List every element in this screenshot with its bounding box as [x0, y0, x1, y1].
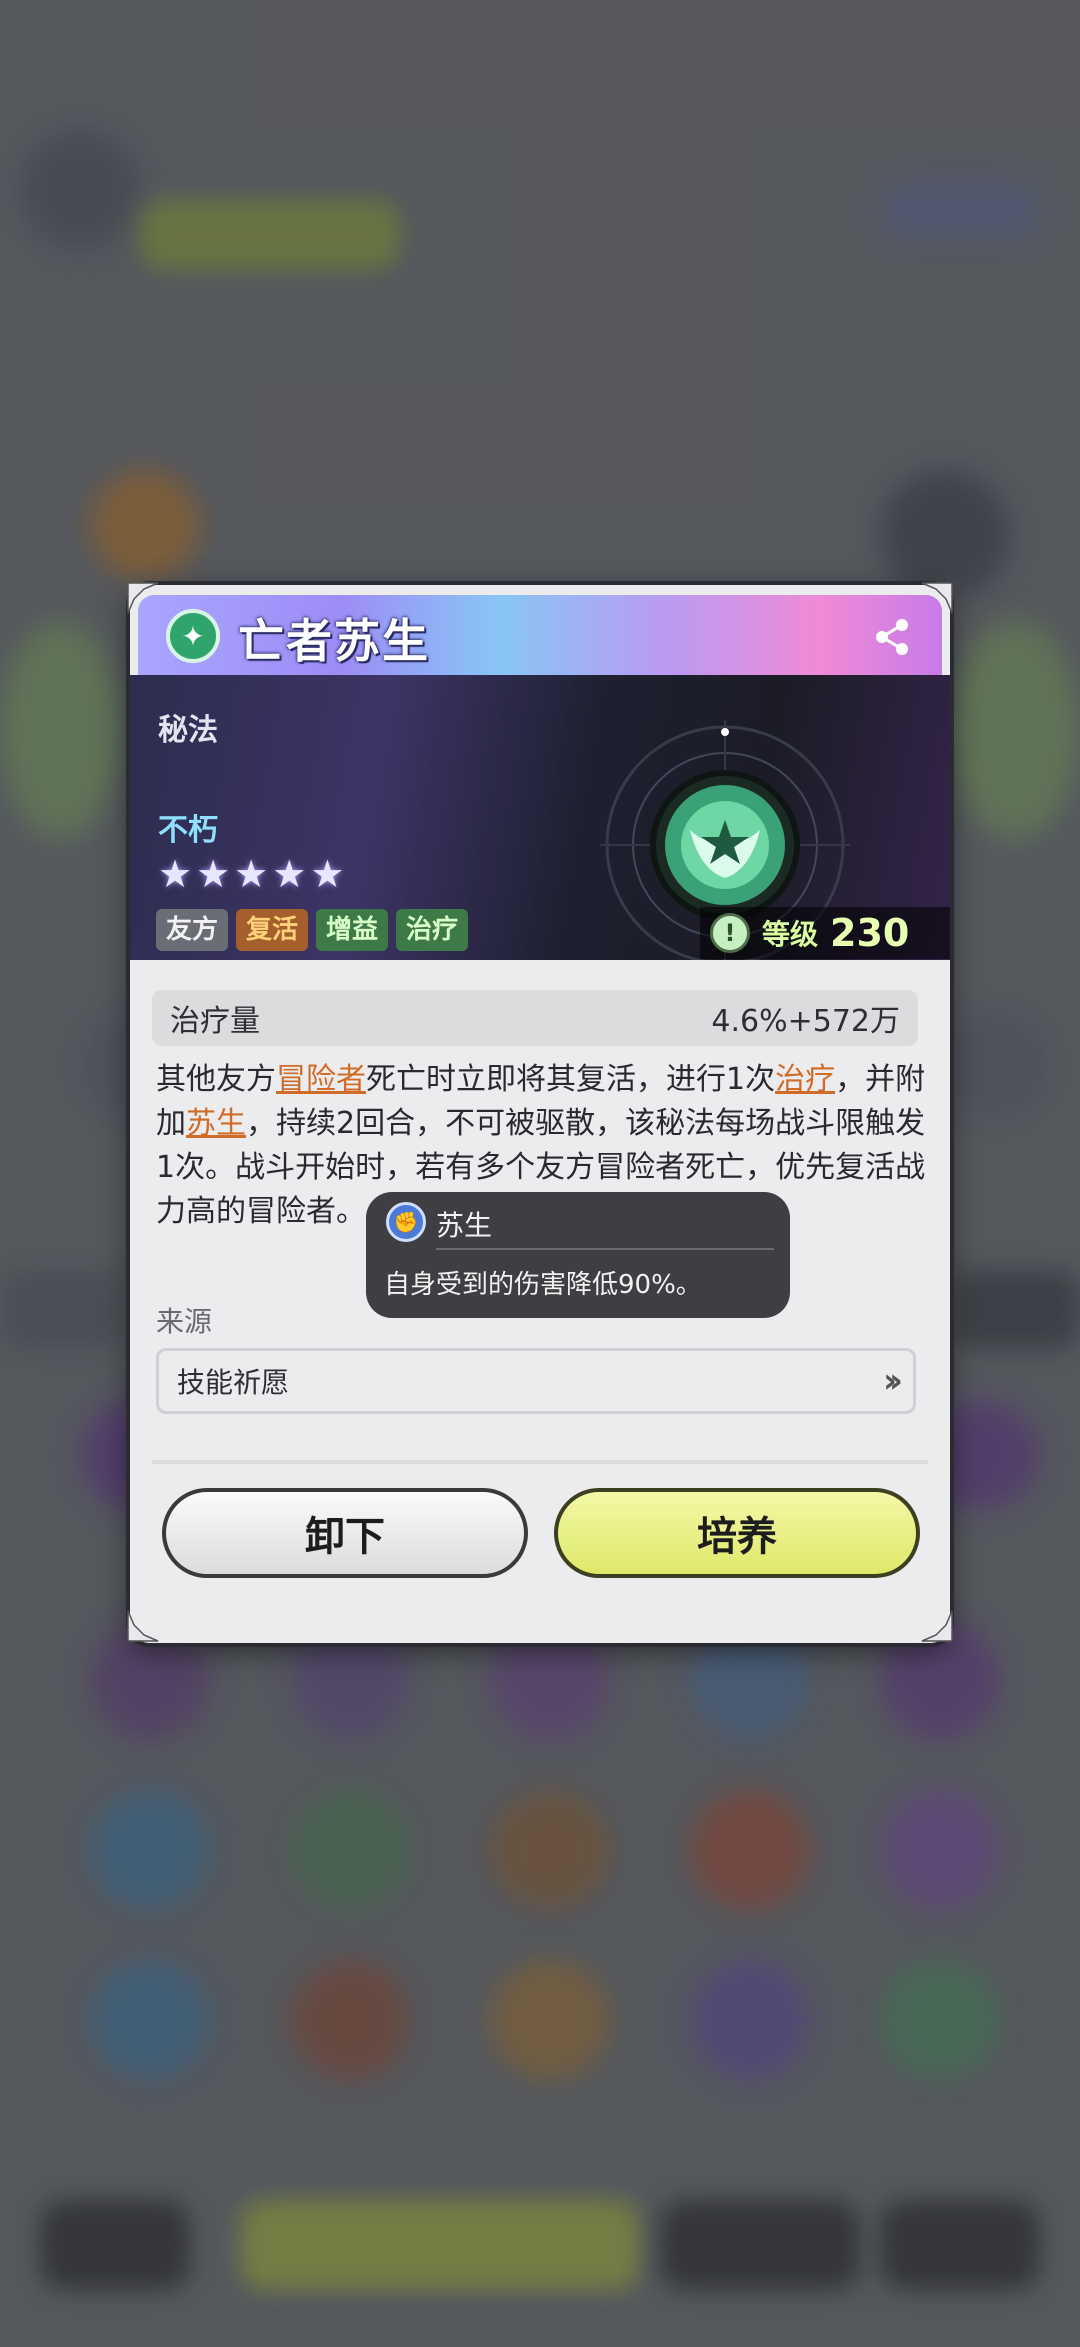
- stat-value: 4.6%+572万: [711, 1004, 900, 1039]
- tag-revive: 复活: [236, 909, 309, 951]
- skill-type-icon: ✦: [166, 609, 220, 663]
- keyword-revive-buff[interactable]: 苏生: [186, 1106, 246, 1141]
- keyword-tooltip: ✊ 苏生 自身受到的伤害降低90%。: [366, 1192, 790, 1318]
- level-label: 等级: [762, 918, 819, 951]
- unload-button[interactable]: 卸下: [162, 1488, 528, 1578]
- level-value: 230: [830, 911, 910, 955]
- skill-hero-panel: 秘法 不朽 ★ ★ ★ ★ ★ 友方 复活 增益 治疗 ! 等级 230: [130, 675, 950, 960]
- skill-detail-dialog: ✦ 亡者苏生 秘法 不朽 ★ ★ ★ ★ ★ 友方 复活 增益 治疗 ! 等级 …: [130, 585, 950, 1643]
- star-rating: ★ ★ ★ ★ ★: [158, 855, 344, 893]
- desc-text: 死亡时立即将其复活，进行1次: [366, 1062, 776, 1097]
- level-box: ! 等级 230: [700, 907, 950, 959]
- tooltip-title: 苏生: [436, 1209, 493, 1242]
- skill-category: 秘法: [158, 713, 218, 748]
- tooltip-description: 自身受到的伤害降低90%。: [384, 1270, 702, 1300]
- star-icon: ★: [310, 852, 345, 896]
- dialog-title: 亡者苏生: [238, 614, 430, 668]
- corner-ornament-icon: [920, 1609, 954, 1643]
- source-button[interactable]: 技能祈愿 ››: [156, 1348, 916, 1414]
- star-icon: ★: [234, 852, 269, 896]
- tag-friendly: 友方: [156, 909, 229, 951]
- source-value: 技能祈愿: [177, 1366, 290, 1399]
- star-icon: ★: [272, 852, 307, 896]
- stat-label: 治疗量: [170, 1004, 260, 1039]
- tooltip-divider: [436, 1248, 774, 1250]
- tag-buff: 增益: [316, 909, 389, 951]
- skill-rarity: 不朽: [158, 813, 218, 848]
- tag-heal: 治疗: [396, 909, 469, 951]
- keyword-adventurer[interactable]: 冒险者: [276, 1062, 366, 1097]
- keyword-heal[interactable]: 治疗: [775, 1062, 835, 1097]
- share-icon[interactable]: [872, 617, 912, 657]
- stat-row: 治疗量 4.6%+572万: [152, 990, 918, 1046]
- source-label: 来源: [156, 1305, 213, 1338]
- star-icon: ★: [196, 852, 231, 896]
- divider: [152, 1460, 928, 1464]
- corner-ornament-icon: [126, 1609, 160, 1643]
- buff-icon: ✊: [386, 1202, 426, 1242]
- dialog-title-bar: ✦ 亡者苏生: [138, 595, 942, 675]
- corner-ornament-icon: [126, 581, 160, 615]
- star-icon: ★: [158, 852, 193, 896]
- alert-icon[interactable]: !: [710, 913, 750, 953]
- train-button[interactable]: 培养: [554, 1488, 920, 1578]
- tag-list: 友方 复活 增益 治疗: [156, 909, 469, 951]
- double-chevron-right-icon: ››: [882, 1361, 903, 1401]
- desc-text: 其他友方: [156, 1062, 276, 1097]
- corner-ornament-icon: [920, 581, 954, 615]
